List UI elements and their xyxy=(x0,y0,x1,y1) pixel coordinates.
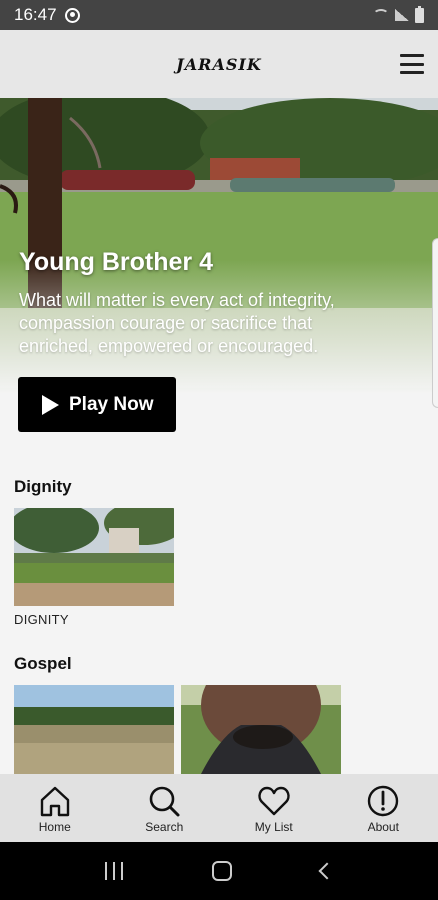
account-circle-icon xyxy=(64,7,80,23)
section-title-gospel: Gospel xyxy=(14,654,72,673)
bottom-navigation: Home Search My List About xyxy=(0,774,438,842)
nav-search-label: Search xyxy=(145,820,184,834)
heart-icon xyxy=(258,786,290,816)
thumbnail-image xyxy=(181,685,341,774)
signal-icon xyxy=(395,9,409,21)
video-thumbnail-dignity[interactable] xyxy=(14,508,174,606)
nav-about-label: About xyxy=(367,820,399,834)
thumbnail-caption-dignity: DIGNITY xyxy=(14,612,69,627)
system-navigation-bar xyxy=(0,842,438,900)
status-bar: 16:47 xyxy=(0,0,438,30)
hero-title: Young Brother 4 xyxy=(19,248,213,276)
play-now-button[interactable]: Play Now xyxy=(18,377,176,432)
section-title-dignity: Dignity xyxy=(14,477,72,496)
thumbnail-image xyxy=(14,508,174,606)
home-icon xyxy=(40,786,69,817)
search-icon xyxy=(149,786,180,817)
video-thumbnail-gospel-1[interactable] xyxy=(14,685,174,774)
hero-banner: Young Brother 4 What will matter is ever… xyxy=(0,98,438,458)
side-drawer-handle[interactable] xyxy=(432,238,438,408)
wifi-icon xyxy=(373,9,389,21)
menu-icon-bar xyxy=(400,54,424,57)
play-icon xyxy=(42,394,59,415)
menu-icon-bar xyxy=(400,62,424,66)
nav-about[interactable]: About xyxy=(329,774,438,842)
main-content[interactable]: Young Brother 4 What will matter is ever… xyxy=(0,98,438,774)
menu-button[interactable] xyxy=(400,54,424,74)
play-now-label: Play Now xyxy=(69,393,154,415)
status-icons xyxy=(373,5,424,23)
app-header: JARASIK xyxy=(0,30,438,98)
back-icon[interactable] xyxy=(318,862,336,880)
app-logo: JARASIK xyxy=(176,54,262,74)
nav-home-label: Home xyxy=(38,820,71,834)
hero-description: What will matter is every act of integri… xyxy=(19,290,335,356)
system-home-icon[interactable] xyxy=(211,861,232,881)
video-thumbnail-gospel-2[interactable] xyxy=(181,685,341,774)
nav-my-list-label: My List xyxy=(254,820,293,834)
nav-search[interactable]: Search xyxy=(110,774,220,842)
status-time: 16:47 xyxy=(14,5,57,24)
nav-home[interactable]: Home xyxy=(0,774,110,842)
nav-my-list[interactable]: My List xyxy=(219,774,329,842)
menu-icon-bar xyxy=(400,71,424,74)
info-icon xyxy=(368,785,399,817)
recent-apps-icon[interactable] xyxy=(104,862,123,880)
thumbnail-image xyxy=(14,685,174,774)
battery-icon xyxy=(415,5,424,23)
